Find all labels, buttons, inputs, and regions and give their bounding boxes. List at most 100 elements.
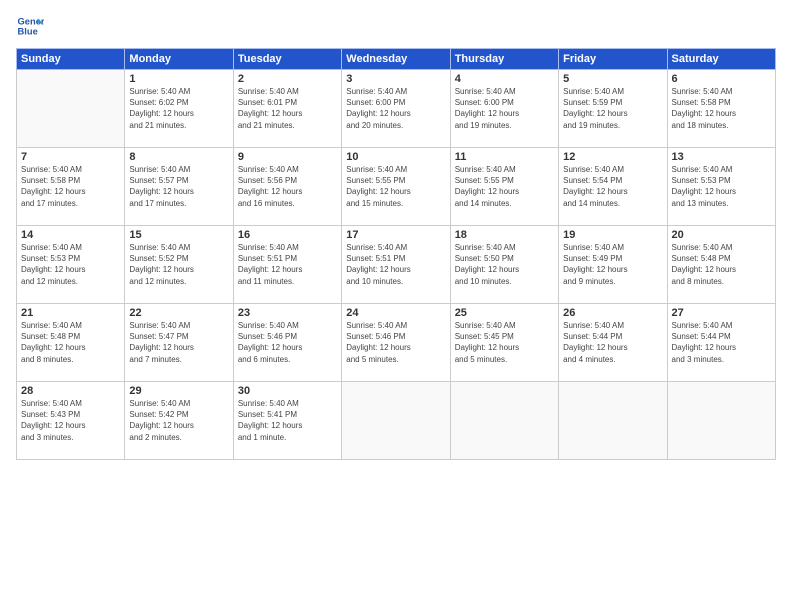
day-info: Sunrise: 5:40 AM Sunset: 5:58 PM Dayligh… — [21, 164, 120, 209]
day-number: 28 — [21, 385, 120, 397]
day-info: Sunrise: 5:40 AM Sunset: 5:45 PM Dayligh… — [455, 320, 554, 365]
day-info: Sunrise: 5:40 AM Sunset: 5:57 PM Dayligh… — [129, 164, 228, 209]
day-number: 14 — [21, 229, 120, 241]
day-number: 4 — [455, 73, 554, 85]
calendar-cell: 23Sunrise: 5:40 AM Sunset: 5:46 PM Dayli… — [233, 304, 341, 382]
day-number: 22 — [129, 307, 228, 319]
day-number: 15 — [129, 229, 228, 241]
svg-text:Blue: Blue — [18, 27, 38, 37]
day-info: Sunrise: 5:40 AM Sunset: 5:46 PM Dayligh… — [346, 320, 445, 365]
calendar-cell: 22Sunrise: 5:40 AM Sunset: 5:47 PM Dayli… — [125, 304, 233, 382]
calendar-cell: 6Sunrise: 5:40 AM Sunset: 5:58 PM Daylig… — [667, 70, 775, 148]
day-info: Sunrise: 5:40 AM Sunset: 5:47 PM Dayligh… — [129, 320, 228, 365]
calendar-cell: 10Sunrise: 5:40 AM Sunset: 5:55 PM Dayli… — [342, 148, 450, 226]
calendar-cell: 2Sunrise: 5:40 AM Sunset: 6:01 PM Daylig… — [233, 70, 341, 148]
weekday-header-tuesday: Tuesday — [233, 49, 341, 70]
day-number: 3 — [346, 73, 445, 85]
calendar-cell: 20Sunrise: 5:40 AM Sunset: 5:48 PM Dayli… — [667, 226, 775, 304]
calendar-cell: 5Sunrise: 5:40 AM Sunset: 5:59 PM Daylig… — [559, 70, 667, 148]
day-number: 29 — [129, 385, 228, 397]
calendar-cell: 21Sunrise: 5:40 AM Sunset: 5:48 PM Dayli… — [17, 304, 125, 382]
day-number: 7 — [21, 151, 120, 163]
day-info: Sunrise: 5:40 AM Sunset: 5:53 PM Dayligh… — [21, 242, 120, 287]
calendar-cell: 19Sunrise: 5:40 AM Sunset: 5:49 PM Dayli… — [559, 226, 667, 304]
day-number: 23 — [238, 307, 337, 319]
day-info: Sunrise: 5:40 AM Sunset: 5:54 PM Dayligh… — [563, 164, 662, 209]
weekday-header-saturday: Saturday — [667, 49, 775, 70]
calendar-cell: 11Sunrise: 5:40 AM Sunset: 5:55 PM Dayli… — [450, 148, 558, 226]
calendar-cell: 12Sunrise: 5:40 AM Sunset: 5:54 PM Dayli… — [559, 148, 667, 226]
day-info: Sunrise: 5:40 AM Sunset: 6:00 PM Dayligh… — [346, 86, 445, 131]
day-info: Sunrise: 5:40 AM Sunset: 5:58 PM Dayligh… — [672, 86, 771, 131]
day-number: 6 — [672, 73, 771, 85]
day-number: 18 — [455, 229, 554, 241]
day-number: 27 — [672, 307, 771, 319]
day-number: 2 — [238, 73, 337, 85]
weekday-header-friday: Friday — [559, 49, 667, 70]
calendar-cell: 4Sunrise: 5:40 AM Sunset: 6:00 PM Daylig… — [450, 70, 558, 148]
day-number: 20 — [672, 229, 771, 241]
weekday-header-monday: Monday — [125, 49, 233, 70]
calendar-cell: 7Sunrise: 5:40 AM Sunset: 5:58 PM Daylig… — [17, 148, 125, 226]
calendar-cell: 29Sunrise: 5:40 AM Sunset: 5:42 PM Dayli… — [125, 382, 233, 460]
calendar-cell — [559, 382, 667, 460]
day-number: 11 — [455, 151, 554, 163]
day-info: Sunrise: 5:40 AM Sunset: 5:41 PM Dayligh… — [238, 398, 337, 443]
day-info: Sunrise: 5:40 AM Sunset: 5:51 PM Dayligh… — [346, 242, 445, 287]
day-number: 1 — [129, 73, 228, 85]
calendar-cell: 9Sunrise: 5:40 AM Sunset: 5:56 PM Daylig… — [233, 148, 341, 226]
day-info: Sunrise: 5:40 AM Sunset: 5:42 PM Dayligh… — [129, 398, 228, 443]
calendar-cell: 16Sunrise: 5:40 AM Sunset: 5:51 PM Dayli… — [233, 226, 341, 304]
logo: General Blue — [16, 12, 44, 40]
weekday-header-wednesday: Wednesday — [342, 49, 450, 70]
day-number: 17 — [346, 229, 445, 241]
calendar-cell: 27Sunrise: 5:40 AM Sunset: 5:44 PM Dayli… — [667, 304, 775, 382]
day-info: Sunrise: 5:40 AM Sunset: 5:49 PM Dayligh… — [563, 242, 662, 287]
day-number: 9 — [238, 151, 337, 163]
calendar-cell — [667, 382, 775, 460]
calendar-cell: 13Sunrise: 5:40 AM Sunset: 5:53 PM Dayli… — [667, 148, 775, 226]
calendar-cell: 1Sunrise: 5:40 AM Sunset: 6:02 PM Daylig… — [125, 70, 233, 148]
day-number: 24 — [346, 307, 445, 319]
day-number: 19 — [563, 229, 662, 241]
day-info: Sunrise: 5:40 AM Sunset: 5:59 PM Dayligh… — [563, 86, 662, 131]
day-info: Sunrise: 5:40 AM Sunset: 6:00 PM Dayligh… — [455, 86, 554, 131]
day-number: 26 — [563, 307, 662, 319]
day-number: 16 — [238, 229, 337, 241]
day-number: 5 — [563, 73, 662, 85]
calendar-cell: 3Sunrise: 5:40 AM Sunset: 6:00 PM Daylig… — [342, 70, 450, 148]
calendar-cell: 17Sunrise: 5:40 AM Sunset: 5:51 PM Dayli… — [342, 226, 450, 304]
day-info: Sunrise: 5:40 AM Sunset: 5:52 PM Dayligh… — [129, 242, 228, 287]
day-info: Sunrise: 5:40 AM Sunset: 6:02 PM Dayligh… — [129, 86, 228, 131]
weekday-header-sunday: Sunday — [17, 49, 125, 70]
day-info: Sunrise: 5:40 AM Sunset: 5:56 PM Dayligh… — [238, 164, 337, 209]
calendar-cell: 18Sunrise: 5:40 AM Sunset: 5:50 PM Dayli… — [450, 226, 558, 304]
day-info: Sunrise: 5:40 AM Sunset: 5:50 PM Dayligh… — [455, 242, 554, 287]
day-info: Sunrise: 5:40 AM Sunset: 5:46 PM Dayligh… — [238, 320, 337, 365]
calendar-cell — [342, 382, 450, 460]
calendar-cell: 26Sunrise: 5:40 AM Sunset: 5:44 PM Dayli… — [559, 304, 667, 382]
calendar-cell: 15Sunrise: 5:40 AM Sunset: 5:52 PM Dayli… — [125, 226, 233, 304]
day-number: 10 — [346, 151, 445, 163]
calendar-cell: 28Sunrise: 5:40 AM Sunset: 5:43 PM Dayli… — [17, 382, 125, 460]
day-number: 30 — [238, 385, 337, 397]
calendar-cell: 24Sunrise: 5:40 AM Sunset: 5:46 PM Dayli… — [342, 304, 450, 382]
calendar-cell: 25Sunrise: 5:40 AM Sunset: 5:45 PM Dayli… — [450, 304, 558, 382]
day-info: Sunrise: 5:40 AM Sunset: 5:48 PM Dayligh… — [672, 242, 771, 287]
calendar-table: SundayMondayTuesdayWednesdayThursdayFrid… — [16, 48, 776, 460]
day-number: 13 — [672, 151, 771, 163]
day-info: Sunrise: 5:40 AM Sunset: 5:55 PM Dayligh… — [455, 164, 554, 209]
day-info: Sunrise: 5:40 AM Sunset: 5:51 PM Dayligh… — [238, 242, 337, 287]
day-number: 25 — [455, 307, 554, 319]
day-number: 8 — [129, 151, 228, 163]
day-info: Sunrise: 5:40 AM Sunset: 5:53 PM Dayligh… — [672, 164, 771, 209]
day-info: Sunrise: 5:40 AM Sunset: 6:01 PM Dayligh… — [238, 86, 337, 131]
day-info: Sunrise: 5:40 AM Sunset: 5:44 PM Dayligh… — [672, 320, 771, 365]
day-info: Sunrise: 5:40 AM Sunset: 5:44 PM Dayligh… — [563, 320, 662, 365]
day-number: 12 — [563, 151, 662, 163]
day-info: Sunrise: 5:40 AM Sunset: 5:48 PM Dayligh… — [21, 320, 120, 365]
day-info: Sunrise: 5:40 AM Sunset: 5:55 PM Dayligh… — [346, 164, 445, 209]
day-info: Sunrise: 5:40 AM Sunset: 5:43 PM Dayligh… — [21, 398, 120, 443]
calendar-cell — [450, 382, 558, 460]
weekday-header-thursday: Thursday — [450, 49, 558, 70]
